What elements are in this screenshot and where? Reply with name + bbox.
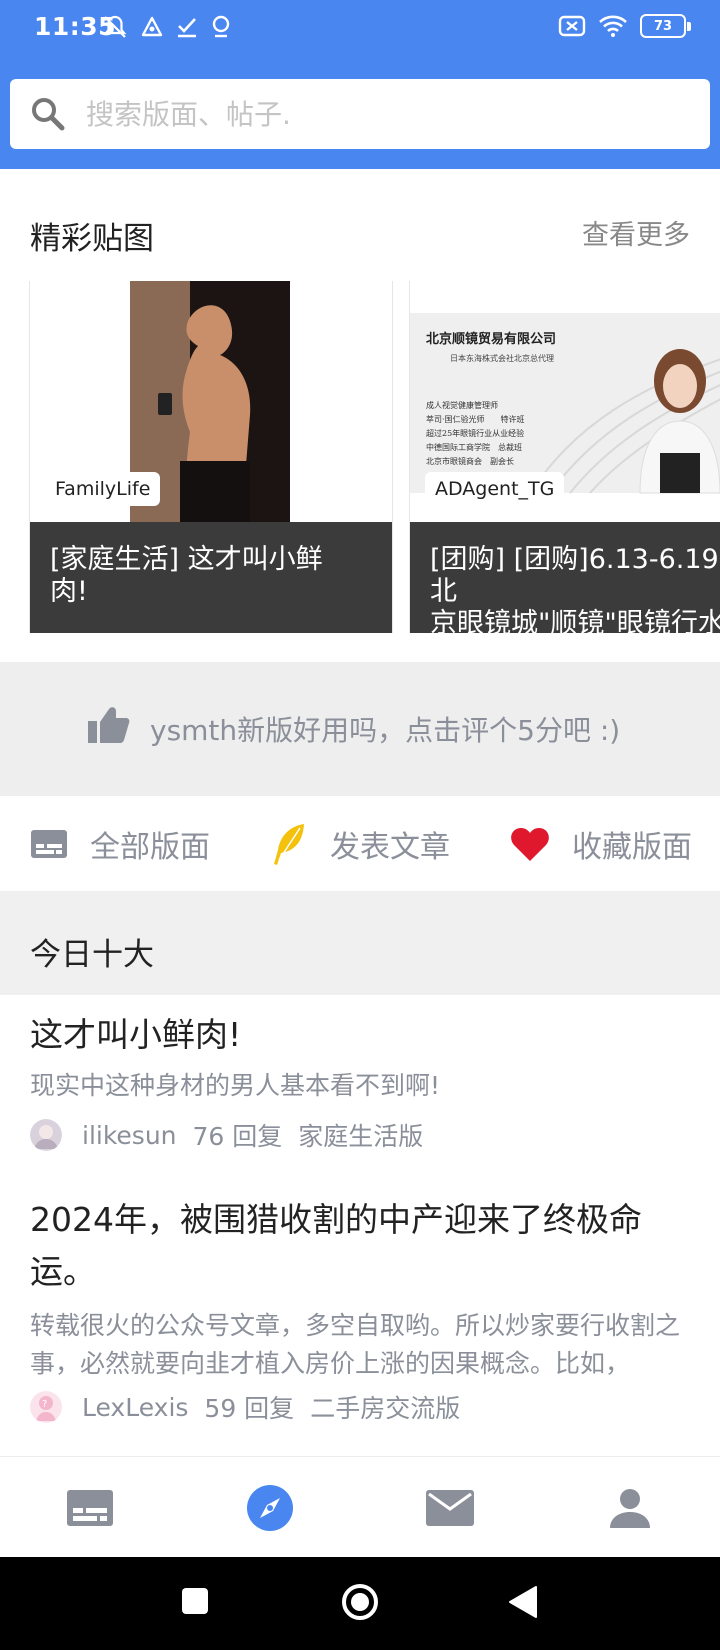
post-author[interactable]: LexLexis [82, 1393, 188, 1422]
card-caption: [家庭生活] 这才叫小鲜 肉! [30, 522, 392, 633]
post-board[interactable]: 家庭生活版 [298, 1117, 423, 1153]
nav-profile[interactable] [605, 1483, 655, 1533]
post-title: 2024年，被围猎收割的中产迎来了终极命运。 [30, 1200, 642, 1291]
triangle-app-icon [141, 16, 163, 37]
post-meta: ? LexLexis 59 回复 二手房交流版 [30, 1389, 476, 1425]
post-replies: 76 回复 [192, 1122, 283, 1151]
rate-text: ysmth新版好用吗，点击评个5分吧 :) [150, 714, 621, 747]
card-caption: [团购] [团购]6.13-6.19 北 京眼镜城"顺镜"眼镜行水 [410, 522, 720, 633]
search-input[interactable] [86, 89, 686, 139]
mail-icon [426, 1490, 474, 1526]
featured-title: 精彩贴图 [30, 221, 154, 257]
new-post-label: 发表文章 [330, 829, 450, 865]
profile-icon [610, 1489, 650, 1528]
system-navigation-bar [0, 1557, 720, 1650]
search-bar[interactable] [10, 79, 710, 149]
featured-card[interactable]: FamilyLife [家庭生活] 这才叫小鲜 肉! [30, 281, 392, 633]
rate-app-banner[interactable]: ysmth新版好用吗，点击评个5分吧 :) [0, 662, 720, 796]
favorite-boards-button[interactable]: 收藏版面 [510, 796, 692, 891]
post-title: 这才叫小鲜肉! [30, 1015, 242, 1054]
card-board-tag: ADAgent_TG [425, 472, 565, 506]
system-status-icons: 73 [558, 14, 691, 38]
mute-bell-icon [103, 15, 127, 38]
featured-header: 精彩贴图 查看更多 [0, 169, 720, 281]
all-boards-label: 全部版面 [90, 829, 210, 865]
ad-line: 北京市眼镜商会 副会长 [426, 456, 514, 466]
top-ten-title: 今日十大 [30, 937, 154, 973]
heart-icon [511, 827, 549, 861]
quick-actions: 全部版面 发表文章 收藏版面 [0, 796, 720, 891]
ad-line: 成人视觉健康管理师 [426, 400, 498, 410]
favorite-boards-label: 收藏版面 [572, 829, 692, 865]
nav-mail[interactable] [425, 1483, 475, 1533]
post-summary: 转载很火的公众号文章，多空自取哟。所以炒家要行收割之事，必然就要向韭才植入房价上… [30, 1311, 681, 1378]
post-meta: ilikesun 76 回复 家庭生活版 [30, 1117, 439, 1153]
ad-line: 萃司·国仁验光师 特许班 [426, 414, 525, 424]
ad-company-name: 北京顺镜贸易有限公司 [426, 331, 556, 347]
all-boards-button[interactable]: 全部版面 [30, 796, 210, 891]
ad-line: 超过25年眼镜行业从业经验 [426, 428, 524, 438]
avatar: ? [30, 1391, 62, 1423]
bottom-navigation [0, 1456, 720, 1557]
post-author[interactable]: ilikesun [82, 1121, 177, 1150]
list-item[interactable]: 这才叫小鲜肉! 现实中这种身材的男人基本看不到啊! ilikesun 76 回复… [0, 995, 720, 1165]
home-button-icon[interactable] [341, 1583, 379, 1621]
see-more-link[interactable]: 查看更多 [582, 213, 690, 252]
post-replies: 59 回复 [204, 1394, 295, 1423]
post-summary: 现实中这种身材的男人基本看不到啊! [30, 1071, 441, 1100]
ad-line: 中德国际工商学院 总裁班 [426, 442, 522, 452]
wifi-icon [599, 15, 627, 37]
thumbs-up-icon [88, 707, 130, 743]
featured-card[interactable]: 北京顺镜贸易有限公司 日本东海株式会社北京总代理 成人视觉健康管理师 萃司·国仁… [410, 281, 720, 633]
post-board[interactable]: 二手房交流版 [310, 1389, 460, 1425]
avatar [30, 1119, 62, 1151]
battery-indicator: 73 [640, 14, 691, 38]
new-post-button[interactable]: 发表文章 [270, 796, 450, 891]
nav-discover[interactable] [245, 1483, 295, 1533]
list-item[interactable]: 2024年，被围猎收割的中产迎来了终极命运。 转载很火的公众号文章，多空自取哟。… [0, 1190, 720, 1440]
no-sim-icon [558, 15, 586, 37]
featured-carousel[interactable]: FamilyLife [家庭生活] 这才叫小鲜 肉! 北京顺镜贸易有限公司 日本… [0, 281, 720, 633]
notification-icons [102, 14, 232, 40]
location-pin-icon [212, 15, 230, 38]
search-icon [32, 98, 65, 131]
feather-pen-icon [274, 823, 304, 865]
back-button-icon[interactable] [508, 1585, 538, 1619]
ad-sub-text: 日本东海株式会社北京总代理 [450, 353, 554, 363]
check-download-icon [178, 18, 196, 38]
status-bar: 11:35 73 [0, 0, 720, 56]
app-header: 11:35 73 [0, 0, 720, 169]
recents-button-icon[interactable] [181, 1587, 209, 1615]
top-ten-header: 今日十大 [0, 891, 720, 995]
svg-text:?: ? [42, 1399, 47, 1410]
card-board-tag: FamilyLife [45, 472, 161, 506]
discover-compass-icon [247, 1485, 293, 1531]
nav-boards[interactable] [65, 1483, 115, 1533]
board-list-icon [31, 829, 67, 858]
boards-icon [67, 1490, 113, 1526]
